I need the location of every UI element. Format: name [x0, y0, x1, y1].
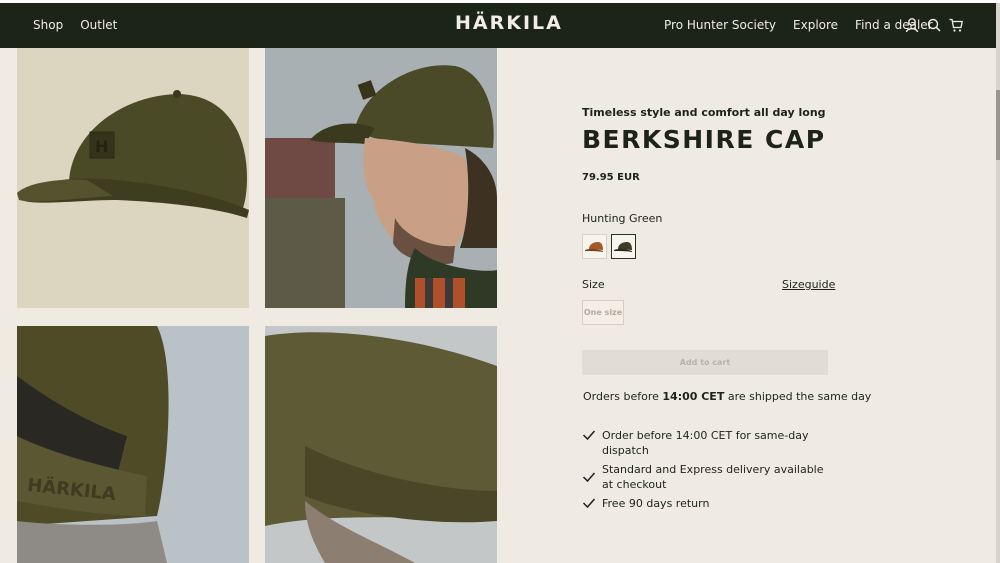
benefit-item: Standard and Express delivery available … [582, 462, 832, 492]
size-label: Size [582, 278, 605, 291]
site-header: Shop Outlet HÄRKILA Pro Hunter Society E… [0, 3, 996, 48]
shipping-notice-time: 14:00 CET [662, 390, 725, 403]
shipping-notice: Orders before 14:00 CET are shipped the … [583, 390, 871, 403]
header-icons [905, 17, 963, 33]
nav-outlet-link[interactable]: Outlet [80, 18, 117, 32]
product-image-model-wearing-cap[interactable] [265, 48, 497, 308]
checkmark-icon [582, 498, 596, 509]
benefit-item: Free 90 days return [582, 496, 832, 511]
benefit-item: Order before 14:00 CET for same-day disp… [582, 428, 832, 458]
selected-color-label: Hunting Green [582, 212, 663, 225]
benefit-text: Order before 14:00 CET for same-day disp… [602, 429, 809, 457]
shipping-notice-pre: Orders before [583, 390, 663, 403]
benefit-text: Free 90 days return [602, 497, 710, 510]
add-to-cart-button[interactable]: Add to cart [582, 350, 828, 375]
brown-cap-icon [585, 241, 603, 252]
product-image-cap-detail[interactable] [265, 326, 497, 563]
scrollbar-thumb[interactable] [996, 90, 1000, 160]
primary-nav: Shop Outlet [33, 18, 117, 32]
green-cap-icon [614, 241, 632, 252]
svg-text:H: H [95, 137, 108, 156]
size-guide-link[interactable]: Sizeguide [782, 278, 835, 291]
nav-shop-link[interactable]: Shop [33, 18, 63, 32]
product-image-cap-back[interactable]: HÄRKILA [17, 326, 249, 563]
secondary-nav: Pro Hunter Society Explore Find a dealer [664, 18, 933, 32]
account-icon[interactable] [905, 17, 919, 33]
product-image-cap-side[interactable]: H [17, 48, 249, 308]
benefit-text: Standard and Express delivery available … [602, 463, 824, 491]
product-price: 79.95 EUR [582, 172, 640, 183]
page-scrollbar[interactable] [996, 3, 1000, 563]
search-icon[interactable] [927, 17, 941, 33]
cart-icon[interactable] [949, 17, 963, 33]
product-title: BERKSHIRE CAP [582, 125, 826, 154]
checkmark-icon [582, 472, 596, 483]
benefits-list: Order before 14:00 CET for same-day disp… [582, 428, 832, 515]
brand-logo[interactable]: HÄRKILA [455, 12, 563, 34]
color-swatch-hunting-green[interactable] [611, 234, 636, 259]
size-option-one-size[interactable]: One size [582, 300, 624, 325]
product-subtitle: Timeless style and comfort all day long [582, 106, 826, 119]
checkmark-icon [582, 430, 596, 441]
nav-explore-link[interactable]: Explore [793, 18, 838, 32]
shipping-notice-post: are shipped the same day [724, 390, 872, 403]
color-swatch-brown[interactable] [582, 234, 607, 259]
nav-pro-hunter-society-link[interactable]: Pro Hunter Society [664, 18, 776, 32]
